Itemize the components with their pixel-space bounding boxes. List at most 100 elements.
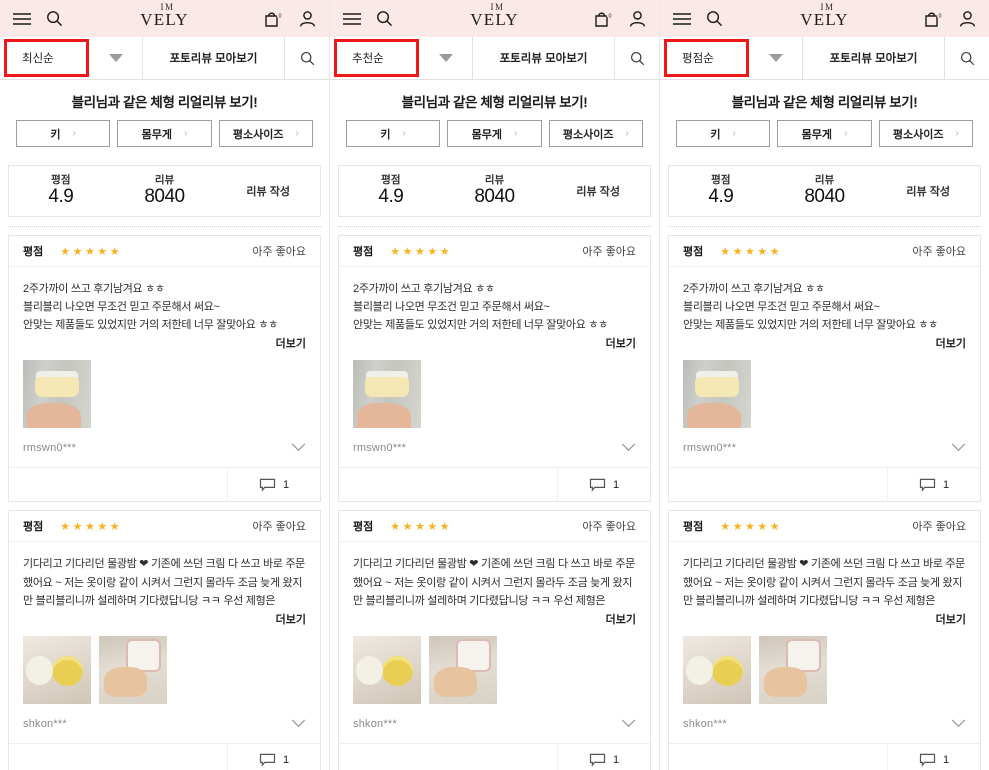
filter-chip-size-label: 평소사이즈: [562, 128, 614, 141]
summary-count-value: 8040: [804, 186, 845, 208]
review-card: 평점 ★★★★★ 아주 좋아요 기다리고 기다리던 물광밤 ❤ 기존에 쓰던 크…: [8, 510, 321, 770]
review-photo[interactable]: [683, 360, 751, 429]
write-review-button[interactable]: 리뷰 작성: [546, 182, 650, 200]
review-more-button[interactable]: 더보기: [683, 335, 966, 351]
filter-chip-weight[interactable]: 몸무게 ›: [777, 120, 872, 147]
filter-chip-size[interactable]: 평소사이즈 ›: [878, 120, 973, 147]
chevron-right-icon: ›: [184, 128, 188, 139]
review-more-button[interactable]: 더보기: [683, 611, 966, 627]
sort-dropdown[interactable]: 최신순: [0, 37, 143, 79]
shopping-bag-icon[interactable]: 0: [263, 10, 285, 28]
hamburger-menu-icon[interactable]: [12, 12, 32, 26]
review-comment-count: 1: [942, 754, 950, 767]
photo-review-tab[interactable]: 포토리뷰 모아보기: [473, 37, 615, 79]
review-search-button[interactable]: [945, 37, 989, 79]
summary-score: 평점 4.9: [339, 174, 443, 208]
review-text: 기다리고 기다리던 물광밤 ❤ 기존에 쓰던 크림 다 쓰고 바로 주문 했어요…: [683, 558, 965, 607]
filter-chip-weight[interactable]: 몸무게 ›: [447, 120, 542, 147]
filter-chip-size[interactable]: 평소사이즈 ›: [218, 120, 313, 147]
top-header-bar: IM VELY 0: [660, 0, 989, 37]
review-body: 2주가까이 쓰고 후기남겨요 ㅎㅎ 블리블리 나오면 무조건 믿고 주문해서 써…: [339, 267, 650, 429]
review-footer-spacer: [9, 468, 228, 502]
review-more-button[interactable]: 더보기: [353, 611, 636, 627]
person-icon[interactable]: [958, 10, 977, 28]
review-more-button[interactable]: 더보기: [23, 335, 306, 351]
chevron-down-icon[interactable]: [621, 439, 636, 457]
filter-chip-height[interactable]: 키 ›: [16, 120, 111, 147]
review-username: rmswn0***: [353, 442, 407, 455]
review-photo[interactable]: [353, 635, 421, 704]
hamburger-menu-icon[interactable]: [342, 12, 362, 26]
write-review-button[interactable]: 리뷰 작성: [876, 182, 980, 200]
review-comments-button[interactable]: 1: [888, 468, 980, 501]
star-rating-icon: ★★★★★: [390, 245, 453, 258]
hamburger-menu-icon[interactable]: [672, 12, 692, 26]
chevron-down-icon[interactable]: [951, 439, 966, 457]
review-comments-button[interactable]: 1: [228, 468, 320, 501]
review-footer: 1: [669, 467, 980, 502]
shopping-bag-icon[interactable]: 0: [923, 10, 945, 28]
svg-text:0: 0: [279, 13, 282, 19]
review-text: 기다리고 기다리던 물광밤 ❤ 기존에 쓰던 크림 다 쓰고 바로 주문 했어요…: [23, 558, 305, 607]
review-photo[interactable]: [23, 635, 91, 704]
review-photos: [683, 635, 966, 704]
review-header: 평점 ★★★★★ 아주 좋아요: [339, 236, 650, 267]
summary-count-label: 리뷰: [154, 174, 175, 187]
summary-count: 리뷰 8040: [773, 174, 877, 208]
review-list: 평점 ★★★★★ 아주 좋아요 2주가까이 쓰고 후기남겨요 ㅎㅎ 블리블리 나…: [330, 235, 659, 770]
review-list: 평점 ★★★★★ 아주 좋아요 2주가까이 쓰고 후기남겨요 ㅎㅎ 블리블리 나…: [660, 235, 989, 770]
summary-score-label: 평점: [711, 174, 731, 187]
write-review-button[interactable]: 리뷰 작성: [216, 182, 320, 200]
review-photo[interactable]: [23, 360, 91, 429]
person-icon[interactable]: [628, 10, 647, 28]
review-photo[interactable]: [353, 360, 421, 429]
chevron-down-icon[interactable]: [291, 439, 306, 457]
photo-review-tab-label: 포토리뷰 모아보기: [499, 53, 588, 65]
review-photo[interactable]: [759, 635, 827, 704]
summary-wrap: 평점 4.9 리뷰 8040 리뷰 작성: [330, 157, 659, 227]
review-photo[interactable]: [99, 635, 167, 704]
sort-dropdown[interactable]: 추천순: [330, 37, 473, 79]
filter-chip-size-label: 평소사이즈: [892, 128, 944, 141]
review-photo[interactable]: [683, 635, 751, 704]
review-comments-button[interactable]: 1: [558, 468, 650, 501]
review-sentiment: 아주 좋아요: [582, 521, 636, 534]
logo-im-text: IM: [490, 2, 505, 12]
review-photo[interactable]: [429, 635, 497, 704]
review-more-button[interactable]: 더보기: [23, 611, 306, 627]
review-comments-button[interactable]: 1: [228, 744, 320, 770]
filter-chip-height[interactable]: 키 ›: [676, 120, 771, 147]
review-search-button[interactable]: [285, 37, 329, 79]
sort-dropdown[interactable]: 평점순: [660, 37, 803, 79]
chevron-down-icon[interactable]: [951, 715, 966, 733]
summary-count: 리뷰 8040: [443, 174, 547, 208]
photo-review-tab[interactable]: 포토리뷰 모아보기: [143, 37, 285, 79]
filter-chip-weight[interactable]: 몸무게 ›: [117, 120, 212, 147]
person-icon[interactable]: [298, 10, 317, 28]
search-icon[interactable]: [46, 10, 63, 27]
review-comments-button[interactable]: 1: [888, 744, 980, 770]
review-more-button[interactable]: 더보기: [353, 335, 636, 351]
review-list: 평점 ★★★★★ 아주 좋아요 2주가까이 쓰고 후기남겨요 ㅎㅎ 블리블리 나…: [0, 235, 329, 770]
write-review-label: 리뷰 작성: [246, 185, 290, 198]
review-text: 2주가까이 쓰고 후기남겨요 ㅎㅎ 블리블리 나오면 무조건 믿고 주문해서 써…: [23, 283, 278, 332]
chevron-down-icon[interactable]: [621, 715, 636, 733]
filter-chip-size[interactable]: 평소사이즈 ›: [548, 120, 643, 147]
review-search-button[interactable]: [615, 37, 659, 79]
review-footer: 1: [9, 742, 320, 770]
panel-row: IM VELY 0 최신순 포토리뷰 모아보기 블리님과 같은 체형 리얼리뷰 …: [0, 0, 989, 770]
filter-chip-group: 키 › 몸무게 › 평소사이즈 ›: [0, 120, 329, 147]
search-icon[interactable]: [706, 10, 723, 27]
chevron-down-icon[interactable]: [291, 715, 306, 733]
shopping-bag-icon[interactable]: 0: [593, 10, 615, 28]
review-comments-button[interactable]: 1: [558, 744, 650, 770]
review-username: rmswn0***: [23, 442, 77, 455]
photo-review-tab[interactable]: 포토리뷰 모아보기: [803, 37, 945, 79]
search-icon[interactable]: [376, 10, 393, 27]
filter-chip-height[interactable]: 키 ›: [346, 120, 441, 147]
review-rating-label: 평점: [353, 246, 374, 258]
review-card: 평점 ★★★★★ 아주 좋아요 기다리고 기다리던 물광밤 ❤ 기존에 쓰던 크…: [338, 510, 651, 770]
chevron-right-icon: ›: [844, 128, 848, 139]
search-icon: [960, 51, 975, 66]
review-summary: 평점 4.9 리뷰 8040 리뷰 작성: [338, 165, 651, 217]
